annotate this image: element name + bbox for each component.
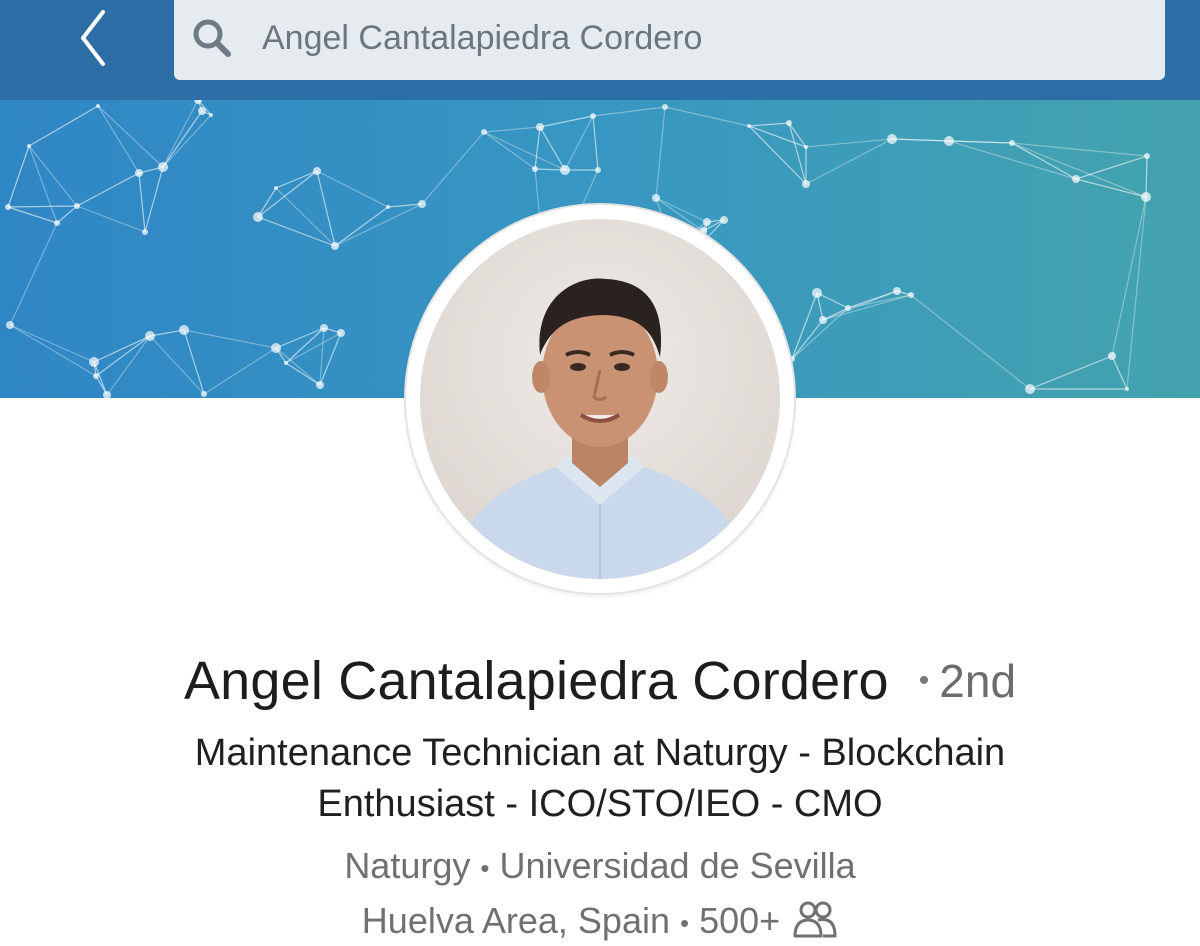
- search-value[interactable]: Angel Cantalapiedra Cordero: [262, 14, 702, 62]
- headline-line-1: Maintenance Technician at Naturgy - Bloc…: [194, 732, 1006, 774]
- people-icon: [793, 901, 837, 938]
- back-button[interactable]: [58, 6, 128, 70]
- profile-name: Angel Cantalapiedra Cordero: [183, 651, 889, 711]
- separator: •: [680, 908, 690, 939]
- education[interactable]: Universidad de Sevilla: [499, 845, 855, 886]
- current-company[interactable]: Naturgy: [344, 845, 470, 886]
- profile-headline: Maintenance Technician at Naturgy - Bloc…: [0, 728, 1200, 830]
- chevron-left-icon: [81, 10, 105, 66]
- company-education-row: Naturgy • Universidad de Sevilla: [0, 842, 1200, 892]
- profile-screen: Angel Cantalapiedra Cordero Angel Cantal…: [0, 0, 1200, 946]
- degree-separator: •: [918, 664, 930, 697]
- location: Huelva Area, Spain: [361, 900, 670, 941]
- connections-count[interactable]: 500+: [699, 900, 780, 941]
- location-connections-row: Huelva Area, Spain • 500+: [0, 897, 1200, 946]
- profile-header: Angel Cantalapiedra Cordero • 2nd: [0, 650, 1200, 712]
- connection-degree: 2nd: [939, 655, 1017, 707]
- separator: •: [480, 853, 490, 884]
- profile-photo[interactable]: [406, 205, 794, 593]
- headline-line-2: Enthusiast - ICO/STO/IEO - CMO: [317, 783, 883, 825]
- search-icon: [193, 19, 231, 57]
